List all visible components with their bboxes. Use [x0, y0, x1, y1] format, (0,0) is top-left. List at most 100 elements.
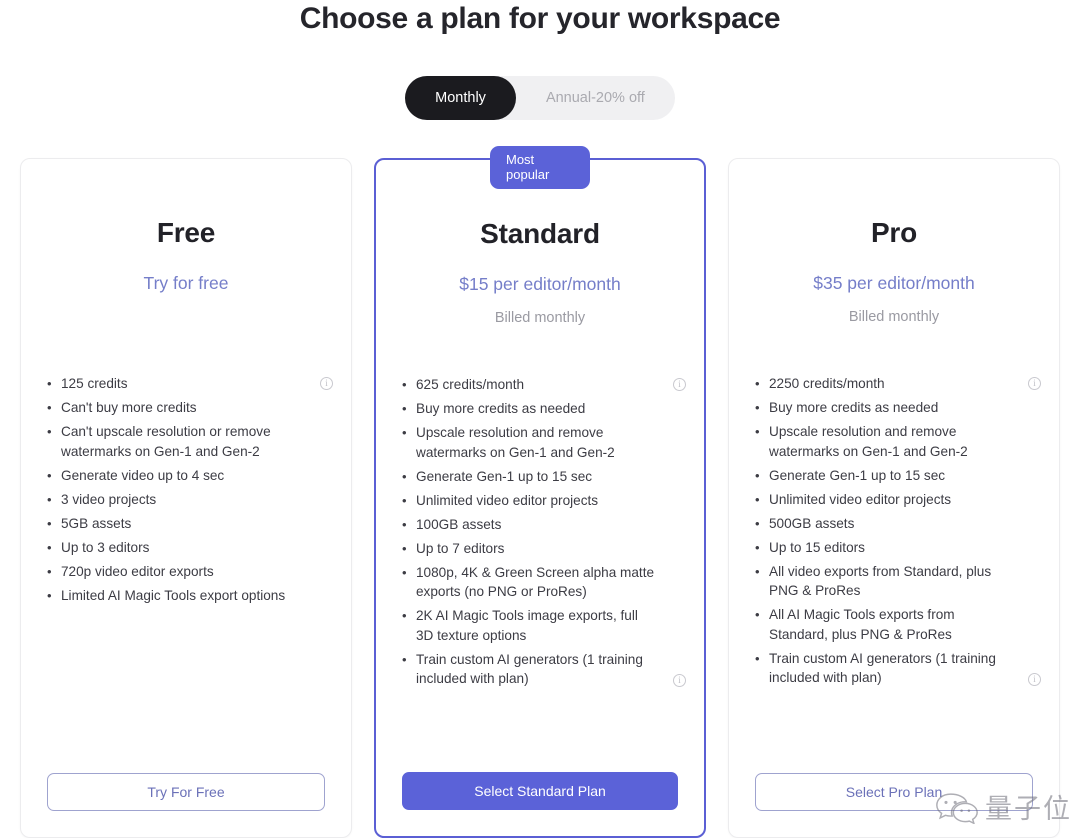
plan-name: Pro: [870, 217, 918, 248]
plan-name: Standard: [480, 218, 600, 249]
select-plan-button-standard[interactable]: Select Standard Plan: [402, 772, 678, 810]
bullet-icon: •: [47, 424, 52, 439]
feature-list: • 625 credits/month i • Buy more credits as …: [402, 375, 686, 772]
bullet-icon: •: [402, 651, 407, 667]
plan-card-free: Free Try for free • 125 credits i • Can't buy …: [20, 158, 352, 838]
bullet-icon: •: [402, 401, 407, 416]
feature-item: • Generate Gen-1 up to 15 sec: [402, 467, 678, 487]
bullet-icon: •: [755, 467, 760, 483]
page-title: Choose a plan for your workspace: [299, 2, 781, 35]
info-icon[interactable]: i: [1028, 672, 1041, 686]
feature-item: • 3 video projects: [47, 490, 325, 510]
feature-text: Unlimited video editor projects: [416, 492, 599, 508]
feature-text: Can't upscale resolution or remove water…: [61, 424, 271, 459]
info-icon[interactable]: i: [673, 378, 686, 391]
toggle-option-monthly[interactable]: Monthly: [405, 76, 516, 120]
bullet-icon: •: [47, 587, 52, 603]
badge-line-1: Most: [506, 152, 535, 167]
feature-item: • Up to 3 editors: [47, 538, 325, 558]
plan-billing-note: Billed monthly: [848, 309, 940, 325]
feature-text: Limited AI Magic Tools export options: [61, 587, 286, 603]
bullet-icon: •: [755, 515, 760, 531]
bullet-icon: •: [755, 491, 760, 507]
feature-text: 5GB assets: [61, 515, 132, 531]
feature-item: • Generate Gen-1 up to 15 sec: [755, 466, 1033, 486]
bullet-icon: •: [47, 467, 52, 483]
plan-card-list: Free Try for free • 125 credits i • Can't buy …: [20, 146, 1060, 838]
feature-item: • Generate video up to 4 sec: [47, 466, 325, 486]
feature-item: • Buy more credits as needed: [755, 398, 1033, 418]
feature-text: 3 video projects: [61, 491, 157, 507]
select-plan-button-pro[interactable]: Select Pro Plan: [755, 773, 1033, 811]
feature-item: • Up to 7 editors: [402, 539, 678, 559]
bullet-icon: •: [47, 563, 52, 579]
bullet-icon: •: [402, 492, 407, 508]
feature-item: • 2250 credits/month i: [755, 374, 1041, 394]
feature-text: All video exports from Standard, plus PN…: [769, 563, 992, 599]
feature-text: Up to 7 editors: [416, 540, 505, 556]
feature-item: • Unlimited video editor projects: [402, 491, 678, 511]
plan-price: Try for free: [143, 273, 229, 293]
info-icon[interactable]: i: [1028, 377, 1041, 390]
bullet-icon: •: [402, 516, 407, 532]
bullet-icon: •: [47, 376, 52, 391]
bullet-icon: •: [755, 650, 760, 666]
plan-name: Free: [156, 217, 216, 248]
feature-text: Generate Gen-1 up to 15 sec: [769, 467, 946, 483]
feature-text: 2K AI Magic Tools image exports, full 3D…: [416, 608, 638, 643]
toggle-option-annual[interactable]: Annual-20% off: [516, 76, 675, 120]
feature-item: • Train custom AI generators (1 training …: [402, 650, 686, 689]
bullet-icon: •: [47, 539, 52, 555]
select-plan-button-free[interactable]: Try For Free: [47, 773, 325, 811]
badge-line-2: popular: [506, 167, 550, 182]
feature-item: • 500GB assets: [755, 514, 1033, 534]
feature-item: • 720p video editor exports: [47, 562, 325, 582]
bullet-icon: •: [755, 607, 760, 622]
feature-text: Up to 15 editors: [769, 539, 865, 555]
bullet-icon: •: [755, 563, 760, 579]
feature-item: • 2K AI Magic Tools image exports, full 3…: [402, 606, 678, 645]
info-icon[interactable]: i: [320, 377, 333, 390]
bullet-icon: •: [402, 468, 407, 484]
bullet-icon: •: [402, 540, 407, 556]
feature-item: • Upscale resolution and remove watermark…: [755, 422, 1033, 461]
feature-text: Upscale resolution and remove watermarks…: [769, 424, 968, 459]
feature-text: 720p video editor exports: [61, 563, 214, 579]
feature-text: Generate Gen-1 up to 15 sec: [416, 468, 593, 484]
feature-text: Buy more credits as needed: [769, 400, 939, 415]
feature-text: All AI Magic Tools exports from Standard…: [769, 607, 955, 642]
feature-text: Generate video up to 4 sec: [61, 467, 225, 483]
feature-item: • Unlimited video editor projects: [755, 490, 1033, 510]
pricing-page: Choose a plan for your workspace Monthly…: [0, 0, 1080, 838]
feature-text: 500GB assets: [769, 515, 855, 531]
bullet-icon: •: [47, 491, 52, 507]
bullet-icon: •: [402, 608, 407, 623]
bullet-icon: •: [402, 377, 407, 392]
feature-item: • Buy more credits as needed: [402, 399, 678, 419]
feature-text: Train custom AI generators (1 training i…: [416, 651, 643, 687]
billing-toggle[interactable]: Monthly Annual-20% off: [405, 76, 675, 120]
feature-text: 2250 credits/month: [769, 376, 885, 391]
feature-item: • 1080p, 4K & Green Screen alpha matte ex…: [402, 563, 678, 602]
feature-item: • Upscale resolution and remove watermark…: [402, 423, 678, 462]
bullet-icon: •: [402, 425, 407, 440]
feature-text: Unlimited video editor projects: [769, 491, 952, 507]
bullet-icon: •: [755, 539, 760, 555]
info-icon[interactable]: i: [673, 673, 686, 687]
feature-item: • Can't buy more credits: [47, 398, 325, 418]
plan-billing-note: [47, 309, 325, 326]
bullet-icon: •: [755, 424, 760, 439]
feature-text: Can't buy more credits: [61, 400, 197, 415]
feature-item: • Train custom AI generators (1 training …: [755, 649, 1041, 688]
plan-card-pro: Pro $35 per editor/month Billed monthly • 22…: [728, 158, 1060, 838]
feature-item: • Can't upscale resolution or remove wate…: [47, 422, 325, 461]
feature-text: Up to 3 editors: [61, 539, 150, 555]
feature-text: Train custom AI generators (1 training i…: [769, 650, 996, 686]
bullet-icon: •: [47, 400, 52, 415]
feature-list: • 2250 credits/month i • Buy more credits as…: [755, 374, 1041, 773]
feature-text: 100GB assets: [416, 516, 502, 532]
bullet-icon: •: [755, 400, 760, 415]
feature-text: Buy more credits as needed: [416, 401, 586, 416]
feature-item: • Up to 15 editors: [755, 538, 1033, 558]
feature-text: Upscale resolution and remove watermarks…: [416, 425, 615, 460]
